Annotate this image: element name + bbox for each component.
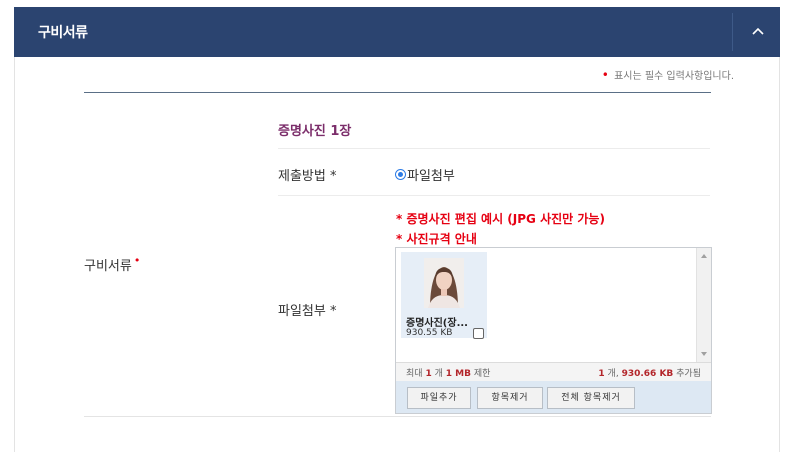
file-attach-label: 파일첨부 * xyxy=(278,304,337,319)
added-suffix: 추가됨 xyxy=(676,369,701,379)
limit-count-unit: 개 xyxy=(434,369,443,379)
upload-status-bar: 최대 1 개 1 MB 제한 1 개, 930.66 KB 추가됨 xyxy=(396,362,711,381)
photo-thumbnail xyxy=(424,258,464,308)
photo-guide-link[interactable]: * 사진규격 안내 xyxy=(396,230,477,247)
limit-count: 1 xyxy=(425,369,432,379)
required-marker: • xyxy=(133,254,141,267)
remove-all-button[interactable]: 전체 항목제거 xyxy=(547,387,635,409)
file-select-checkbox[interactable] xyxy=(473,328,484,339)
required-note-text: 표시는 필수 입력사항입니다. xyxy=(614,71,734,82)
file-item[interactable]: 증명사진(장... 930.55 KB xyxy=(401,252,487,339)
uploader-button-bar: 파일추가 항목제거 전체 항목제거 xyxy=(396,381,711,413)
add-file-button[interactable]: 파일추가 xyxy=(407,387,471,409)
header-divider xyxy=(732,13,733,51)
chevron-up-icon[interactable] xyxy=(748,21,768,41)
file-list-scrollbar[interactable] xyxy=(696,248,711,362)
scroll-down-icon[interactable] xyxy=(701,352,707,356)
required-fields-note: • 표시는 필수 입력사항입니다. xyxy=(602,67,734,82)
photo-edit-example-link[interactable]: * 증명사진 편집 예시 (JPG 사진만 가능) xyxy=(396,210,605,227)
radio-label[interactable]: 파일첨부 xyxy=(407,165,455,184)
file-name: 증명사진(장... xyxy=(406,318,468,329)
limit-size: 1 MB xyxy=(445,369,471,379)
upload-limit-text: 최대 1 개 1 MB 제한 xyxy=(406,366,490,379)
divider xyxy=(278,195,710,196)
divider xyxy=(278,148,710,149)
row-label-text: 구비서류 xyxy=(84,259,132,274)
upload-added-text: 1 개, 930.66 KB 추가됨 xyxy=(598,366,701,379)
file-uploader: 증명사진(장... 930.55 KB 최대 1 개 1 MB 제한 1 개, … xyxy=(395,247,712,414)
scroll-up-icon[interactable] xyxy=(701,254,707,258)
radio-button[interactable] xyxy=(395,169,406,180)
table-top-rule xyxy=(84,92,711,93)
section-header-title: 구비서류 xyxy=(38,25,88,41)
remove-item-button[interactable]: 항목제거 xyxy=(477,387,543,409)
section-header: 구비서류 xyxy=(14,7,780,57)
table-bottom-rule xyxy=(84,416,711,417)
limit-suffix: 제한 xyxy=(473,369,491,379)
file-list: 증명사진(장... 930.55 KB xyxy=(396,248,696,362)
limit-prefix: 최대 xyxy=(406,369,423,379)
added-count-unit: 개, xyxy=(607,369,619,379)
submit-method-option[interactable]: 파일첨부 xyxy=(395,165,455,184)
submit-method-label: 제출방법 * xyxy=(278,169,337,184)
file-size: 930.55 KB xyxy=(406,328,453,338)
photo-section-title: 증명사진 1장 xyxy=(278,124,352,139)
required-marker: • xyxy=(601,68,609,82)
added-count: 1 xyxy=(598,369,605,379)
added-size: 930.66 KB xyxy=(621,369,674,379)
row-label-documents: 구비서류 • xyxy=(84,254,141,274)
